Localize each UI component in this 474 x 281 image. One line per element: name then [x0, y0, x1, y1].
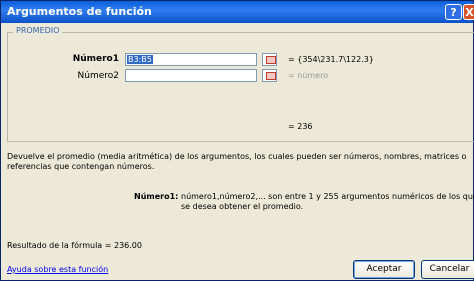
dialog-title: Argumentos de función: [7, 5, 152, 18]
arg-help-text: número1,número2,... son entre 1 y 255 ar…: [181, 192, 474, 211]
arg2-input[interactable]: [125, 69, 257, 82]
function-name-label: PROMEDIO: [13, 26, 63, 35]
function-description: Devuelve el promedio (media aritmética) …: [7, 152, 467, 171]
arg1-label: Número1: [72, 54, 119, 64]
close-button[interactable]: X: [463, 4, 474, 20]
arg2-result: = número: [288, 71, 329, 80]
help-button[interactable]: ?: [445, 4, 462, 20]
cancel-button[interactable]: Cancelar: [421, 260, 474, 279]
arg1-result: = {354\231.7\122.3}: [288, 55, 374, 64]
arguments-group: [7, 32, 474, 142]
collapse-dialog-icon[interactable]: [262, 69, 277, 82]
arg-help-name: Número1:: [134, 192, 179, 201]
title-bar[interactable]: Argumentos de función ? X: [1, 1, 474, 23]
ok-button[interactable]: Aceptar: [353, 260, 415, 279]
collapse-dialog-icon[interactable]: [262, 53, 277, 66]
formula-result: Resultado de la fórmula = 236.00: [7, 241, 142, 250]
arg2-label: Número2: [77, 71, 119, 81]
function-help-link[interactable]: Ayuda sobre esta función: [7, 265, 108, 274]
arg1-input[interactable]: B3:B5: [125, 53, 257, 66]
function-arguments-dialog: Argumentos de función ? X PROMEDIO Númer…: [0, 0, 474, 281]
function-result: = 236: [288, 122, 313, 131]
arg1-input-value: B3:B5: [127, 55, 153, 64]
